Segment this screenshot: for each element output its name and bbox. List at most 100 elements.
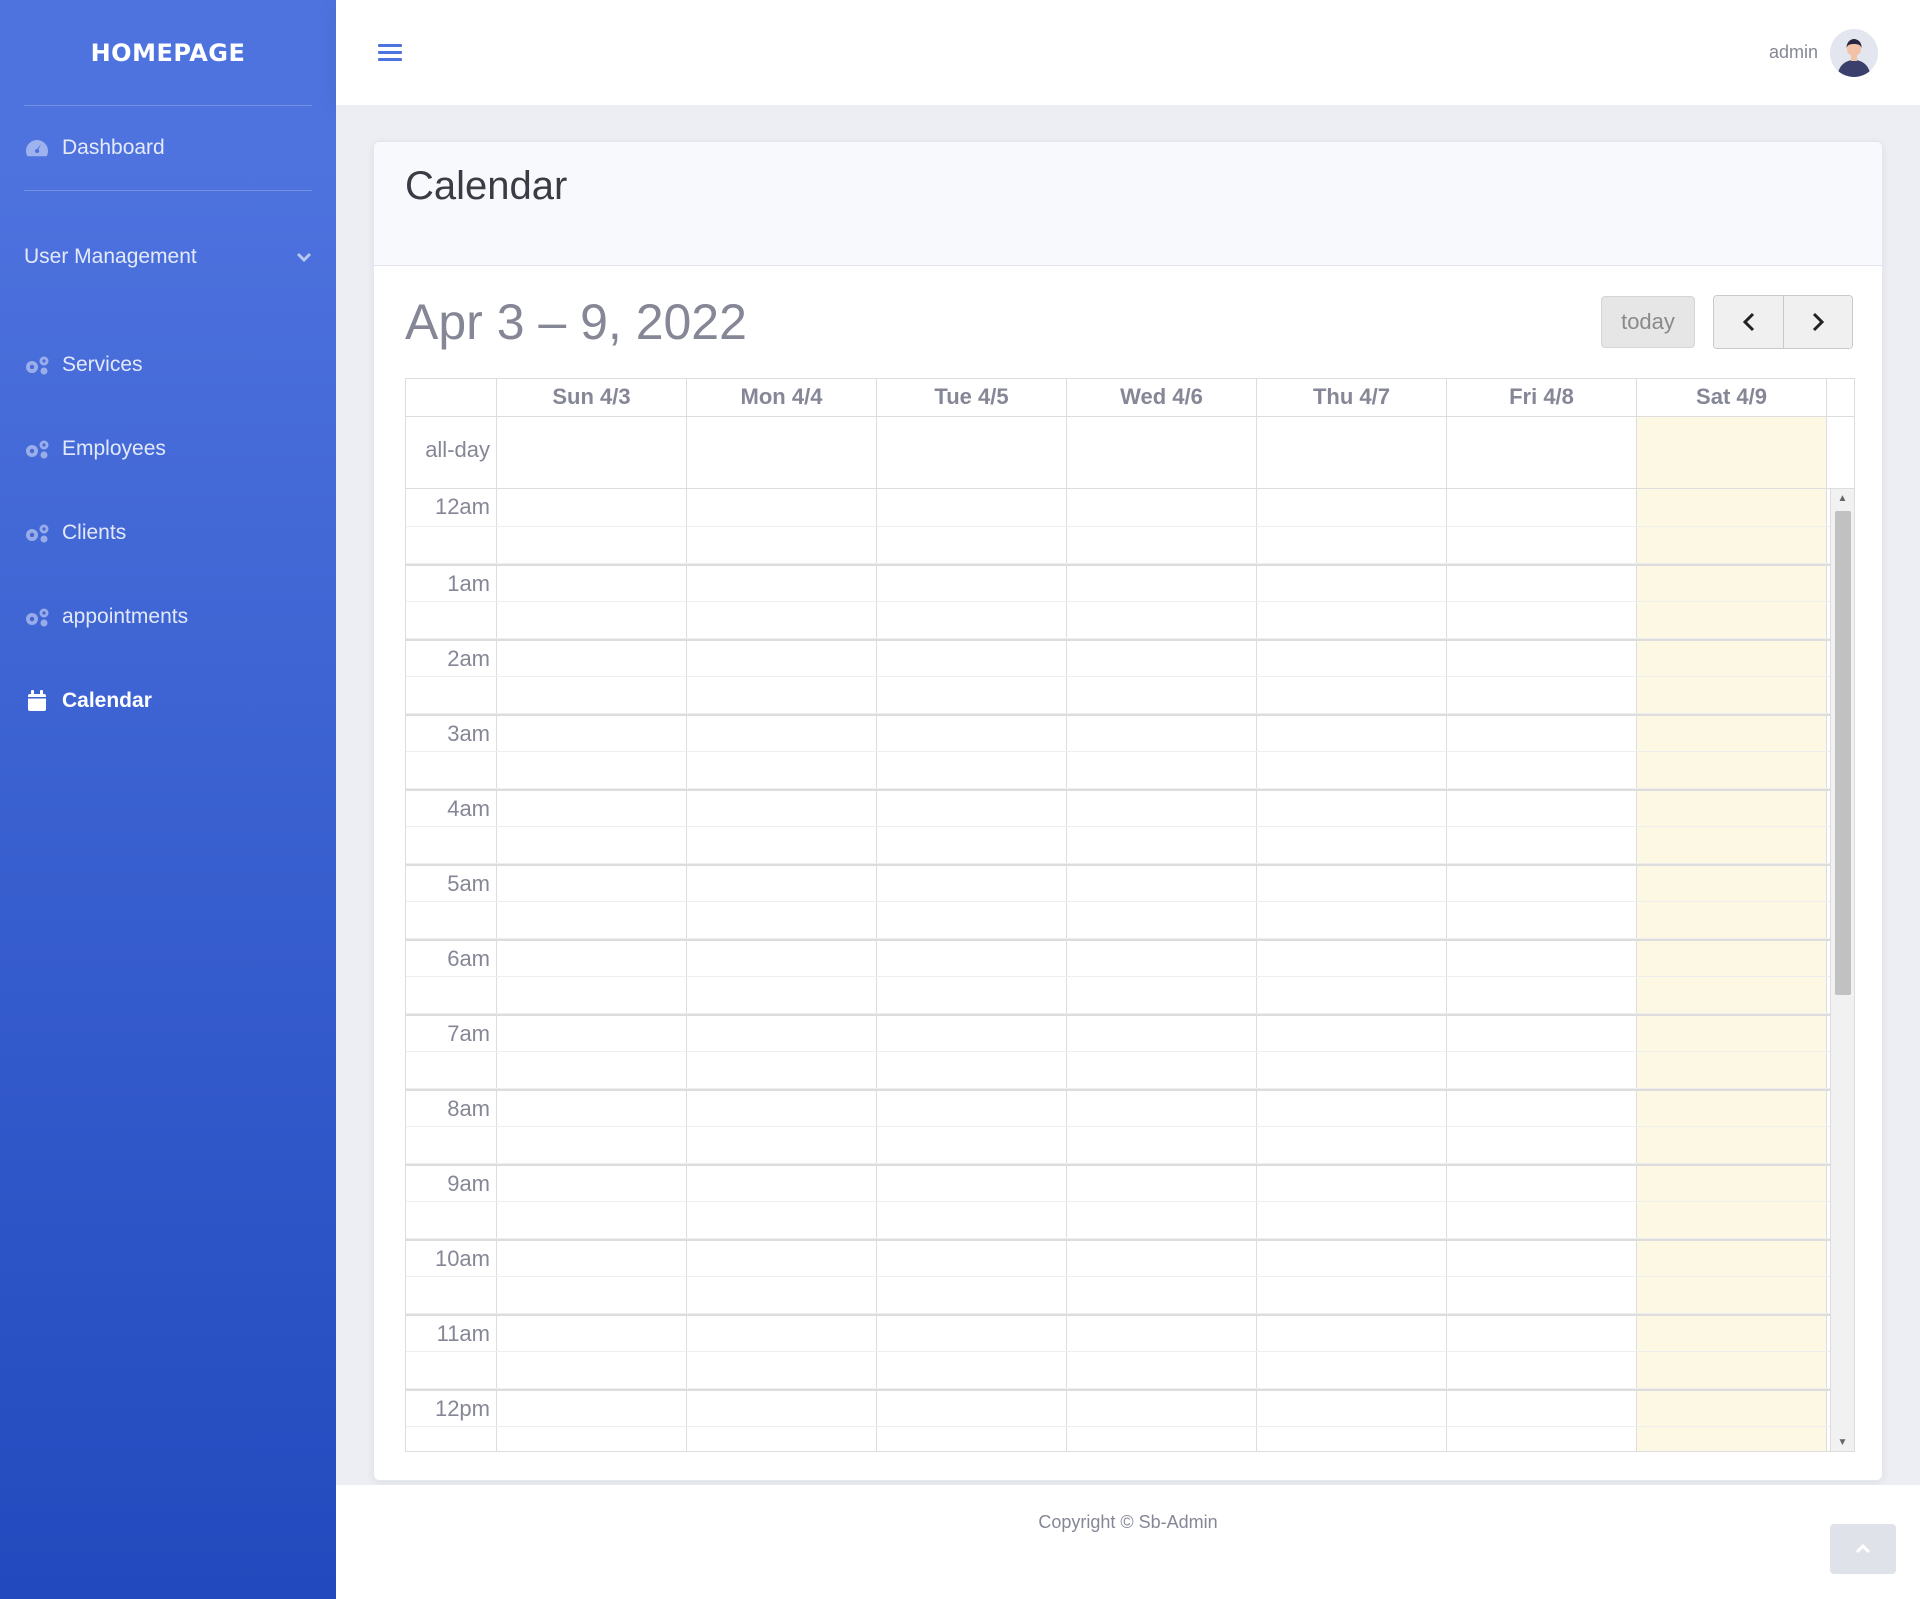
time-slot-cell[interactable] [1637,716,1827,751]
time-slot-cell[interactable] [1447,941,1637,976]
time-slot-cell[interactable] [1637,526,1827,563]
time-slot-cell[interactable] [687,716,877,751]
time-slot-cell[interactable] [1257,751,1447,788]
time-slot-cell[interactable] [1257,1426,1447,1451]
time-slot-cell[interactable] [1067,1391,1257,1426]
time-slot-cell[interactable] [1067,1016,1257,1051]
time-slot-cell[interactable] [1257,526,1447,563]
time-slot-cell[interactable] [1447,976,1637,1013]
time-slot-cell[interactable] [687,566,877,601]
sidebar-item-employees[interactable]: Employees [0,407,336,491]
time-slot-cell[interactable] [1257,601,1447,638]
allday-cell[interactable] [1067,417,1257,488]
time-slot-cell[interactable] [497,901,687,938]
time-slot-cell[interactable] [1447,751,1637,788]
brand-title[interactable]: HOMEPAGE [0,0,336,105]
time-slot-cell[interactable] [1257,1091,1447,1126]
time-slot-cell[interactable] [877,1426,1067,1451]
time-slot-cell[interactable] [497,489,687,526]
today-button[interactable]: today [1601,296,1695,348]
time-slot-cell[interactable] [1257,901,1447,938]
time-slot-cell[interactable] [1067,1201,1257,1238]
time-slot-cell[interactable] [1067,1426,1257,1451]
day-header[interactable]: Tue 4/5 [877,379,1067,416]
time-slot-cell[interactable] [1637,1091,1827,1126]
time-slot-cell[interactable] [687,1351,877,1388]
time-slot-cell[interactable] [497,866,687,901]
time-slot-cell[interactable] [1447,1241,1637,1276]
scroll-down-arrow-icon[interactable]: ▼ [1831,1433,1854,1451]
time-slot-cell[interactable] [1637,1016,1827,1051]
time-slot-cell[interactable] [497,1126,687,1163]
time-slot-cell[interactable] [1447,489,1637,526]
next-button[interactable] [1783,296,1852,348]
time-slot-cell[interactable] [877,1351,1067,1388]
time-slot-cell[interactable] [877,1126,1067,1163]
time-slot-cell[interactable] [877,866,1067,901]
time-slot-cell[interactable] [687,791,877,826]
time-slot-cell[interactable] [1637,676,1827,713]
time-slot-cell[interactable] [687,526,877,563]
time-slot-cell[interactable] [1067,976,1257,1013]
time-slot-cell[interactable] [1637,489,1827,526]
time-slot-cell[interactable] [877,716,1067,751]
time-slot-cell[interactable] [1257,791,1447,826]
time-slot-cell[interactable] [497,1166,687,1201]
time-slot-cell[interactable] [1257,1276,1447,1313]
time-slot-cell[interactable] [1067,1091,1257,1126]
time-slot-cell[interactable] [497,1426,687,1451]
time-slot-cell[interactable] [1447,826,1637,863]
time-slot-cell[interactable] [687,1201,877,1238]
time-slot-cell[interactable] [1637,901,1827,938]
time-slot-cell[interactable] [1257,566,1447,601]
time-slot-cell[interactable] [877,1241,1067,1276]
time-slot-cell[interactable] [687,1241,877,1276]
time-slot-cell[interactable] [1637,941,1827,976]
time-slot-cell[interactable] [1447,1391,1637,1426]
time-slot-cell[interactable] [1257,1316,1447,1351]
time-slot-cell[interactable] [1257,1391,1447,1426]
scroll-to-top-button[interactable] [1830,1524,1896,1574]
user-menu[interactable]: admin [1769,28,1878,77]
time-slot-cell[interactable] [1447,676,1637,713]
sidebar-item-dashboard[interactable]: Dashboard [0,106,336,190]
time-slot-cell[interactable] [687,676,877,713]
time-slot-cell[interactable] [1067,941,1257,976]
time-slot-cell[interactable] [877,1051,1067,1088]
time-slot-cell[interactable] [1257,1166,1447,1201]
day-header[interactable]: Sun 4/3 [497,379,687,416]
scroll-up-arrow-icon[interactable]: ▲ [1831,489,1854,507]
time-slot-cell[interactable] [1447,1426,1637,1451]
time-slot-cell[interactable] [687,1316,877,1351]
time-slot-cell[interactable] [1637,826,1827,863]
sidebar-item-appointments[interactable]: appointments [0,575,336,659]
time-slot-cell[interactable] [497,1316,687,1351]
time-slot-cell[interactable] [1257,941,1447,976]
time-slot-cell[interactable] [1637,1051,1827,1088]
time-slot-cell[interactable] [687,1016,877,1051]
day-header[interactable]: Mon 4/4 [687,379,877,416]
time-slot-cell[interactable] [1257,826,1447,863]
time-slot-cell[interactable] [1067,791,1257,826]
time-slot-cell[interactable] [1447,791,1637,826]
bars-icon[interactable] [378,40,402,65]
time-slot-cell[interactable] [1067,826,1257,863]
time-slot-cell[interactable] [1067,1316,1257,1351]
time-slot-cell[interactable] [497,1391,687,1426]
time-slot-cell[interactable] [877,526,1067,563]
time-slot-cell[interactable] [1257,1126,1447,1163]
time-slot-cell[interactable] [1067,526,1257,563]
time-slot-cell[interactable] [1257,641,1447,676]
time-slot-cell[interactable] [497,941,687,976]
day-header[interactable]: Sat 4/9 [1637,379,1827,416]
time-slot-cell[interactable] [1257,1241,1447,1276]
time-slot-cell[interactable] [1067,676,1257,713]
time-slot-cell[interactable] [877,1316,1067,1351]
time-slot-cell[interactable] [1257,1016,1447,1051]
time-slot-cell[interactable] [1637,641,1827,676]
time-slot-cell[interactable] [1067,901,1257,938]
time-slot-cell[interactable] [1447,1051,1637,1088]
time-slot-cell[interactable] [687,1276,877,1313]
allday-cell[interactable] [1257,417,1447,488]
time-slot-cell[interactable] [497,1201,687,1238]
